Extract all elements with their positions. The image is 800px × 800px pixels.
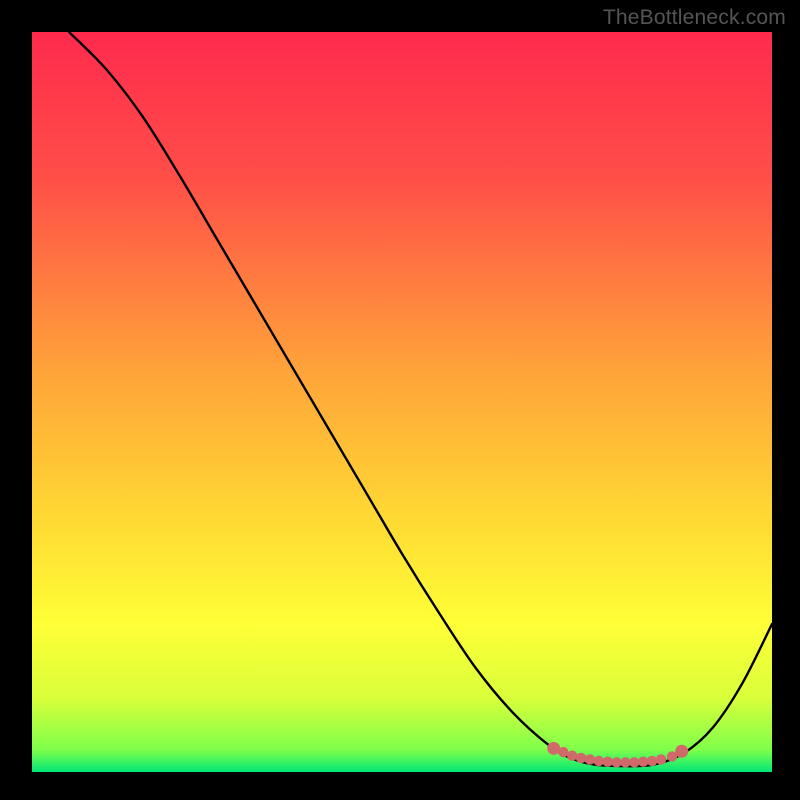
minimum-marker [558,747,568,757]
chart-svg [32,32,772,772]
chart-frame: TheBottleneck.com [0,0,800,800]
minimum-marker [567,751,577,761]
minimum-marker [638,756,648,766]
minimum-marker [594,756,604,766]
minimum-marker [647,756,657,766]
minimum-marker [585,754,595,764]
minimum-marker [620,757,630,767]
minimum-marker [611,757,621,767]
minimum-marker [629,757,639,767]
chart-plot-area [32,32,772,772]
minimum-marker [675,745,688,758]
minimum-marker [656,754,666,764]
watermark-text: TheBottleneck.com [603,6,786,30]
minimum-marker [576,753,586,763]
gradient-background [32,32,772,772]
minimum-marker [603,756,613,766]
